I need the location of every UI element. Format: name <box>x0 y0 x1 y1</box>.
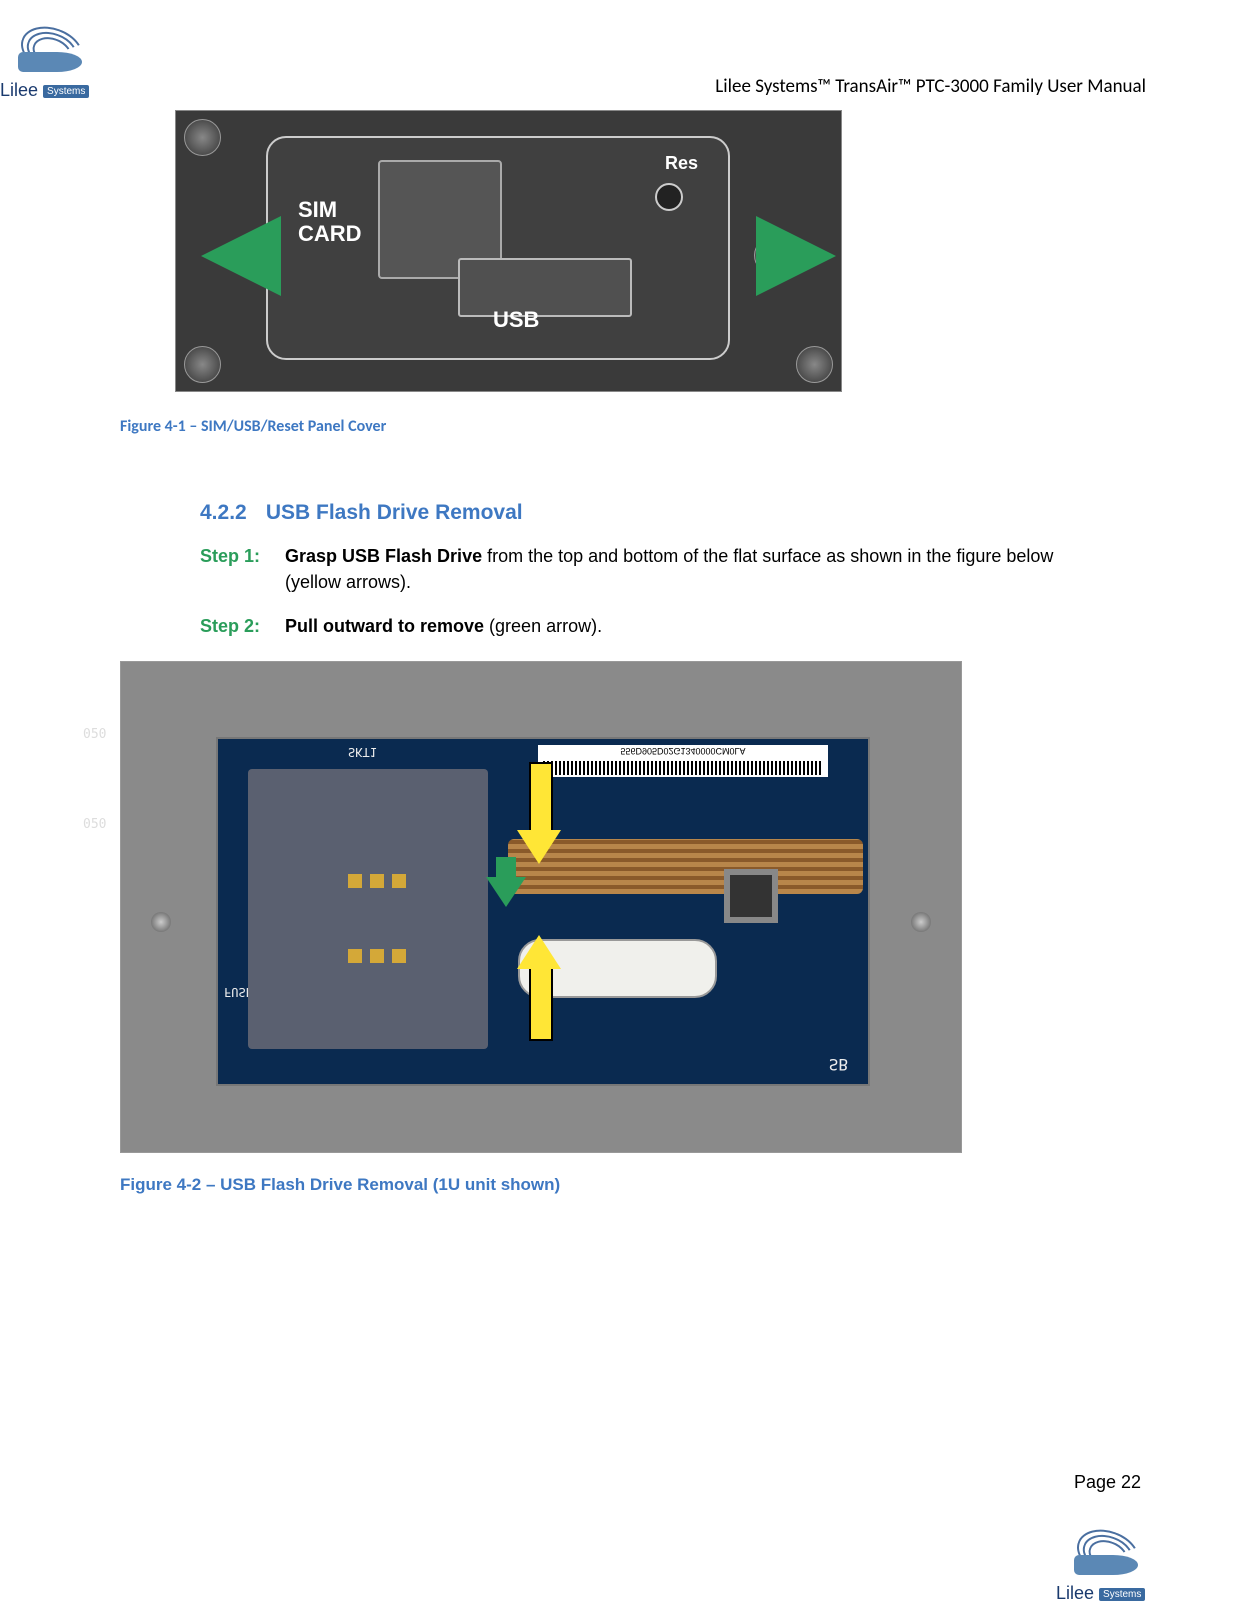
barcode-lines-icon <box>543 761 823 775</box>
figure-4-1-caption: Figure 4-1 – SIM/USB/Reset Panel Cover <box>120 417 1146 436</box>
panel-outline: SIM CARD USB Res <box>266 136 730 360</box>
ribbon-cables <box>508 839 863 894</box>
section-heading: 4.2.2 USB Flash Drive Removal <box>200 501 1146 525</box>
page-number: Page 22 <box>1074 1472 1141 1493</box>
page-content: SIM CARD USB Res Figure 4-1 – SIM/USB/Re… <box>120 110 1146 1195</box>
reset-label: Res <box>665 153 698 174</box>
pcb-label-050: 050 <box>83 817 106 832</box>
step-2: Step 2: Pull outward to remove (green ar… <box>200 613 1146 639</box>
figure-4-2-caption: Figure 4-2 – USB Flash Drive Removal (1U… <box>120 1175 1146 1195</box>
section-title: USB Flash Drive Removal <box>266 501 523 524</box>
step-rest: (green arrow). <box>484 616 602 636</box>
pcb-label-sb: SB <box>829 1055 848 1074</box>
logo-word: Lilee <box>0 80 38 100</box>
document-title: Lilee Systems™ TransAir™ PTC-3000 Family… <box>715 75 1146 98</box>
logo-graphic <box>1056 1531 1156 1581</box>
figure-4-1-image: SIM CARD USB Res <box>175 110 842 392</box>
yellow-arrow-up-icon <box>521 927 557 1037</box>
screw-icon <box>911 912 931 932</box>
chip-icon <box>724 869 778 923</box>
usb-slot <box>458 258 632 317</box>
screw-icon <box>184 119 221 156</box>
screw-icon <box>151 912 171 932</box>
step-1: Step 1: Grasp USB Flash Drive from the t… <box>200 543 1146 595</box>
figure-4-2-image: SKT1 FUSE SB 556D905D02G1340000CM0LA 050… <box>120 661 962 1153</box>
company-logo-top: Lilee Systems <box>0 28 100 100</box>
step-bold: Grasp USB Flash Drive <box>285 546 482 566</box>
sim-holder <box>248 769 488 1049</box>
screw-icon <box>184 346 221 383</box>
step-text: Grasp USB Flash Drive from the top and b… <box>285 543 1055 595</box>
pcb-label-050: 050 <box>83 727 106 742</box>
yellow-arrow-down-icon <box>521 762 557 872</box>
logo-text: Lilee Systems <box>1056 1583 1156 1604</box>
step-label: Step 1: <box>200 543 280 569</box>
gold-contacts-icon <box>348 874 408 888</box>
step-text: Pull outward to remove (green arrow). <box>285 613 1055 639</box>
page-header: Lilee Systems Lilee Systems™ TransAir™ P… <box>0 20 1146 100</box>
green-arrow-out-icon <box>486 877 526 907</box>
logo-text: Lilee Systems <box>0 80 100 101</box>
gold-contacts-icon <box>348 949 408 963</box>
green-arrow-left-icon <box>201 216 281 296</box>
logo-word: Lilee <box>1056 1583 1094 1603</box>
pcb-label-skt: SKT1 <box>348 745 377 759</box>
logo-badge: Systems <box>1099 1588 1145 1601</box>
reset-hole <box>655 183 683 211</box>
step-label: Step 2: <box>200 613 280 639</box>
section-number: 4.2.2 <box>200 501 260 525</box>
screw-icon <box>796 346 833 383</box>
sim-card-label: SIM CARD <box>298 198 362 246</box>
green-arrow-right-icon <box>756 216 836 296</box>
barcode-text: 556D905D02G1340000CM0LA <box>538 746 828 756</box>
company-logo-bottom: Lilee Systems <box>1056 1531 1156 1603</box>
logo-badge: Systems <box>43 85 89 98</box>
barcode-sticker: 556D905D02G1340000CM0LA <box>538 745 828 777</box>
usb-label: USB <box>493 307 539 333</box>
step-bold: Pull outward to remove <box>285 616 484 636</box>
logo-graphic <box>0 28 100 78</box>
